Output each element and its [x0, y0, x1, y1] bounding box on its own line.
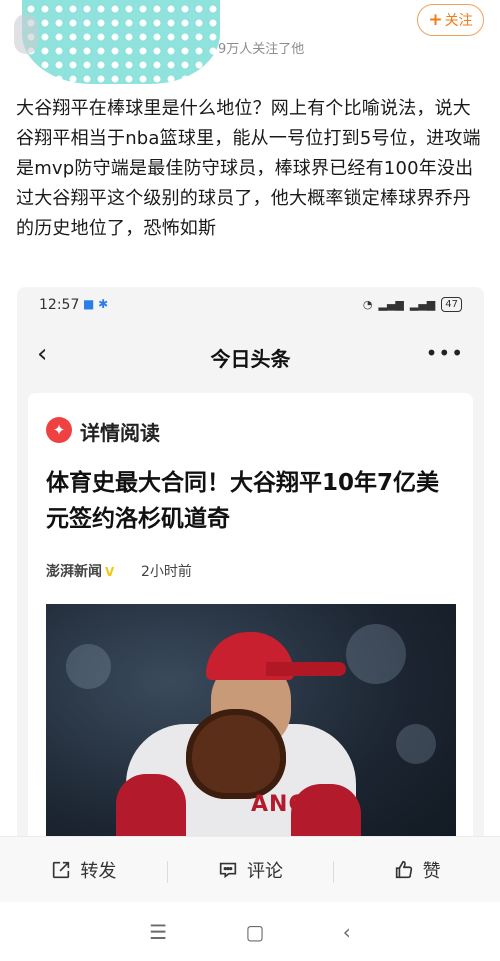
- battery-icon: 47: [441, 297, 462, 312]
- baseball-glove: [186, 709, 286, 799]
- embedded-screenshot-image[interactable]: 12:57 ■ ✱ ◔ ▂▄▆ ▂▄▆ 47 ‹ 今日头条 ••• ✦ 详情阅读…: [17, 287, 484, 847]
- like-label: 赞: [422, 860, 441, 882]
- more-dots-icon: •••: [425, 341, 464, 365]
- app-bar: ‹ 今日头条 •••: [17, 337, 484, 377]
- article-source: 澎湃新闻 V: [46, 561, 114, 581]
- verified-icon: V: [105, 565, 115, 579]
- follow-button[interactable]: + 关注: [417, 4, 484, 36]
- wifi-icon: ◔: [362, 298, 373, 311]
- comment-button[interactable]: 评论: [166, 857, 334, 883]
- plus-icon: +: [428, 9, 443, 30]
- app-title: 今日头条: [210, 347, 291, 371]
- like-button[interactable]: 赞: [333, 857, 500, 883]
- notification-icons: ■ ✱: [83, 297, 109, 311]
- status-time: 12:57: [39, 297, 80, 313]
- bokeh-light: [396, 724, 436, 764]
- avatar[interactable]: [14, 14, 38, 54]
- signal-icon: ▂▄▆: [378, 298, 404, 311]
- bokeh-light: [346, 624, 406, 684]
- system-navigation-bar: ☰ ▢ ‹: [0, 902, 500, 961]
- source-name: 澎湃新闻: [46, 564, 102, 580]
- player-cap-brim: [266, 662, 346, 676]
- article-card: ✦ 详情阅读 体育史最大合同！大谷翔平10年7亿美元签约洛杉矶道奇 澎湃新闻 V …: [28, 393, 473, 847]
- article-photo: ANGEL: [46, 604, 456, 847]
- bokeh-light: [66, 644, 111, 689]
- jersey-lettering: ANGEL: [251, 792, 339, 817]
- followers-count: 9万人关注了他: [218, 42, 305, 57]
- back-icon[interactable]: ‹: [343, 920, 351, 944]
- signal-icon-2: ▂▄▆: [409, 298, 436, 311]
- article-time: 2小时前: [141, 564, 192, 580]
- action-bar: 转发 评论 赞: [0, 836, 500, 902]
- menu-icon[interactable]: ☰: [149, 920, 167, 944]
- share-icon: [53, 861, 70, 878]
- thumbs-up-icon: [395, 860, 412, 878]
- status-right-icons: ◔ ▂▄▆ ▂▄▆ 47: [363, 297, 462, 312]
- article-headline: 体育史最大合同！大谷翔平10年7亿美元签约洛杉矶道奇: [46, 470, 440, 532]
- share-label: 转发: [80, 860, 117, 882]
- comment-label: 评论: [247, 860, 283, 882]
- home-icon[interactable]: ▢: [246, 920, 265, 944]
- detail-read-label: 详情阅读: [80, 421, 160, 445]
- flame-icon: ✦: [46, 417, 72, 443]
- post-body-text: 大谷翔平在棒球里是什么地位？网上有个比喻说法，说大谷翔平相当于nba篮球里，能从…: [16, 98, 481, 239]
- share-button[interactable]: 转发: [0, 857, 167, 883]
- blurred-username-overlay: [22, 0, 220, 84]
- comment-icon: [219, 862, 237, 878]
- follow-label: 关注: [444, 13, 473, 29]
- status-bar: 12:57 ■ ✱ ◔ ▂▄▆ ▂▄▆ 47: [17, 287, 484, 325]
